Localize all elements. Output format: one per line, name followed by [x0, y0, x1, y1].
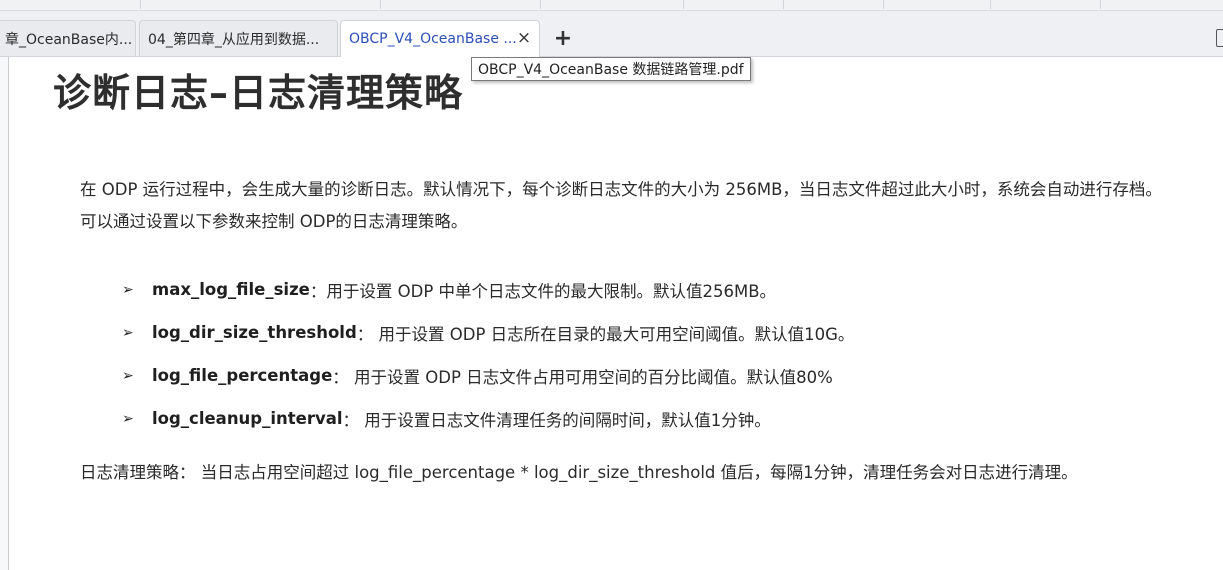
list-item: ➢ log_cleanup_interval ： 用于设置日志文件清理任务的间隔… [122, 397, 854, 440]
parameter-list: ➢ max_log_file_size ：用于设置 ODP 中单个日志文件的最大… [122, 268, 854, 440]
arrow-bullet-icon: ➢ [122, 367, 134, 384]
arrow-bullet-icon: ➢ [122, 281, 134, 298]
tab-label: OBCP_V4_OceanBase ... [349, 31, 517, 47]
param-description: ： 用于设置 ODP 日志所在目录的最大可用空间阈值。默认值10G。 [356, 324, 855, 344]
arrow-bullet-icon: ➢ [122, 410, 134, 427]
param-name: log_dir_size_threshold [152, 323, 357, 342]
left-sidebar-edge [0, 57, 9, 570]
tab-bar: 章_OceanBase内... 04_第四章_从应用到数据... OBCP_V4… [0, 11, 1223, 57]
toolbar-segment [990, 0, 1101, 9]
toolbar-segment [380, 0, 541, 9]
list-item: ➢ max_log_file_size ：用于设置 ODP 中单个日志文件的最大… [122, 268, 854, 311]
cleanup-strategy-text: 日志清理策略： 当日志占用空间超过 log_file_percentage * … [80, 463, 1078, 482]
param-description: ：用于设置 ODP 中单个日志文件的最大限制。默认值256MB。 [309, 281, 777, 301]
param-name: log_file_percentage [152, 366, 333, 385]
panel-toggle-icon[interactable] [1216, 29, 1223, 47]
param-name: max_log_file_size [152, 280, 310, 299]
tab-oceanbase-chapter[interactable]: 章_OceanBase内... [0, 20, 136, 56]
tab-chapter-04[interactable]: 04_第四章_从应用到数据... [139, 20, 338, 56]
param-description: ： 用于设置 ODP 日志文件占用可用空间的百分比阈值。默认值80% [332, 367, 833, 387]
list-item: ➢ log_file_percentage ： 用于设置 ODP 日志文件占用可… [122, 354, 854, 397]
top-toolbar-strip [0, 0, 1223, 11]
intro-paragraph: 在 ODP 运行过程中，会生成大量的诊断日志。默认情况下，每个诊断日志文件的大小… [80, 180, 1162, 231]
list-item: ➢ log_dir_size_threshold ： 用于设置 ODP 日志所在… [122, 311, 854, 354]
toolbar-segment [783, 0, 884, 9]
param-name: log_cleanup_interval [152, 409, 343, 428]
toolbar-segment [883, 0, 991, 9]
tab-label: 04_第四章_从应用到数据... [148, 31, 320, 48]
page-title: 诊断日志–日志清理策略 [53, 71, 464, 115]
param-description: ： 用于设置日志文件清理任务的间隔时间，默认值1分钟。 [342, 410, 771, 430]
toolbar-segment [140, 0, 381, 9]
tab-label: 章_OceanBase内... [5, 31, 133, 48]
arrow-bullet-icon: ➢ [122, 324, 134, 341]
tab-tooltip: OBCP_V4_OceanBase 数据链路管理.pdf [471, 57, 751, 81]
toolbar-segment [683, 0, 784, 9]
toolbar-segment [0, 0, 141, 9]
toolbar-segment [540, 0, 684, 9]
close-icon[interactable]: × [515, 28, 533, 48]
new-tab-button[interactable]: + [552, 26, 574, 51]
tab-obcp-v4[interactable]: OBCP_V4_OceanBase ... × [340, 20, 540, 57]
